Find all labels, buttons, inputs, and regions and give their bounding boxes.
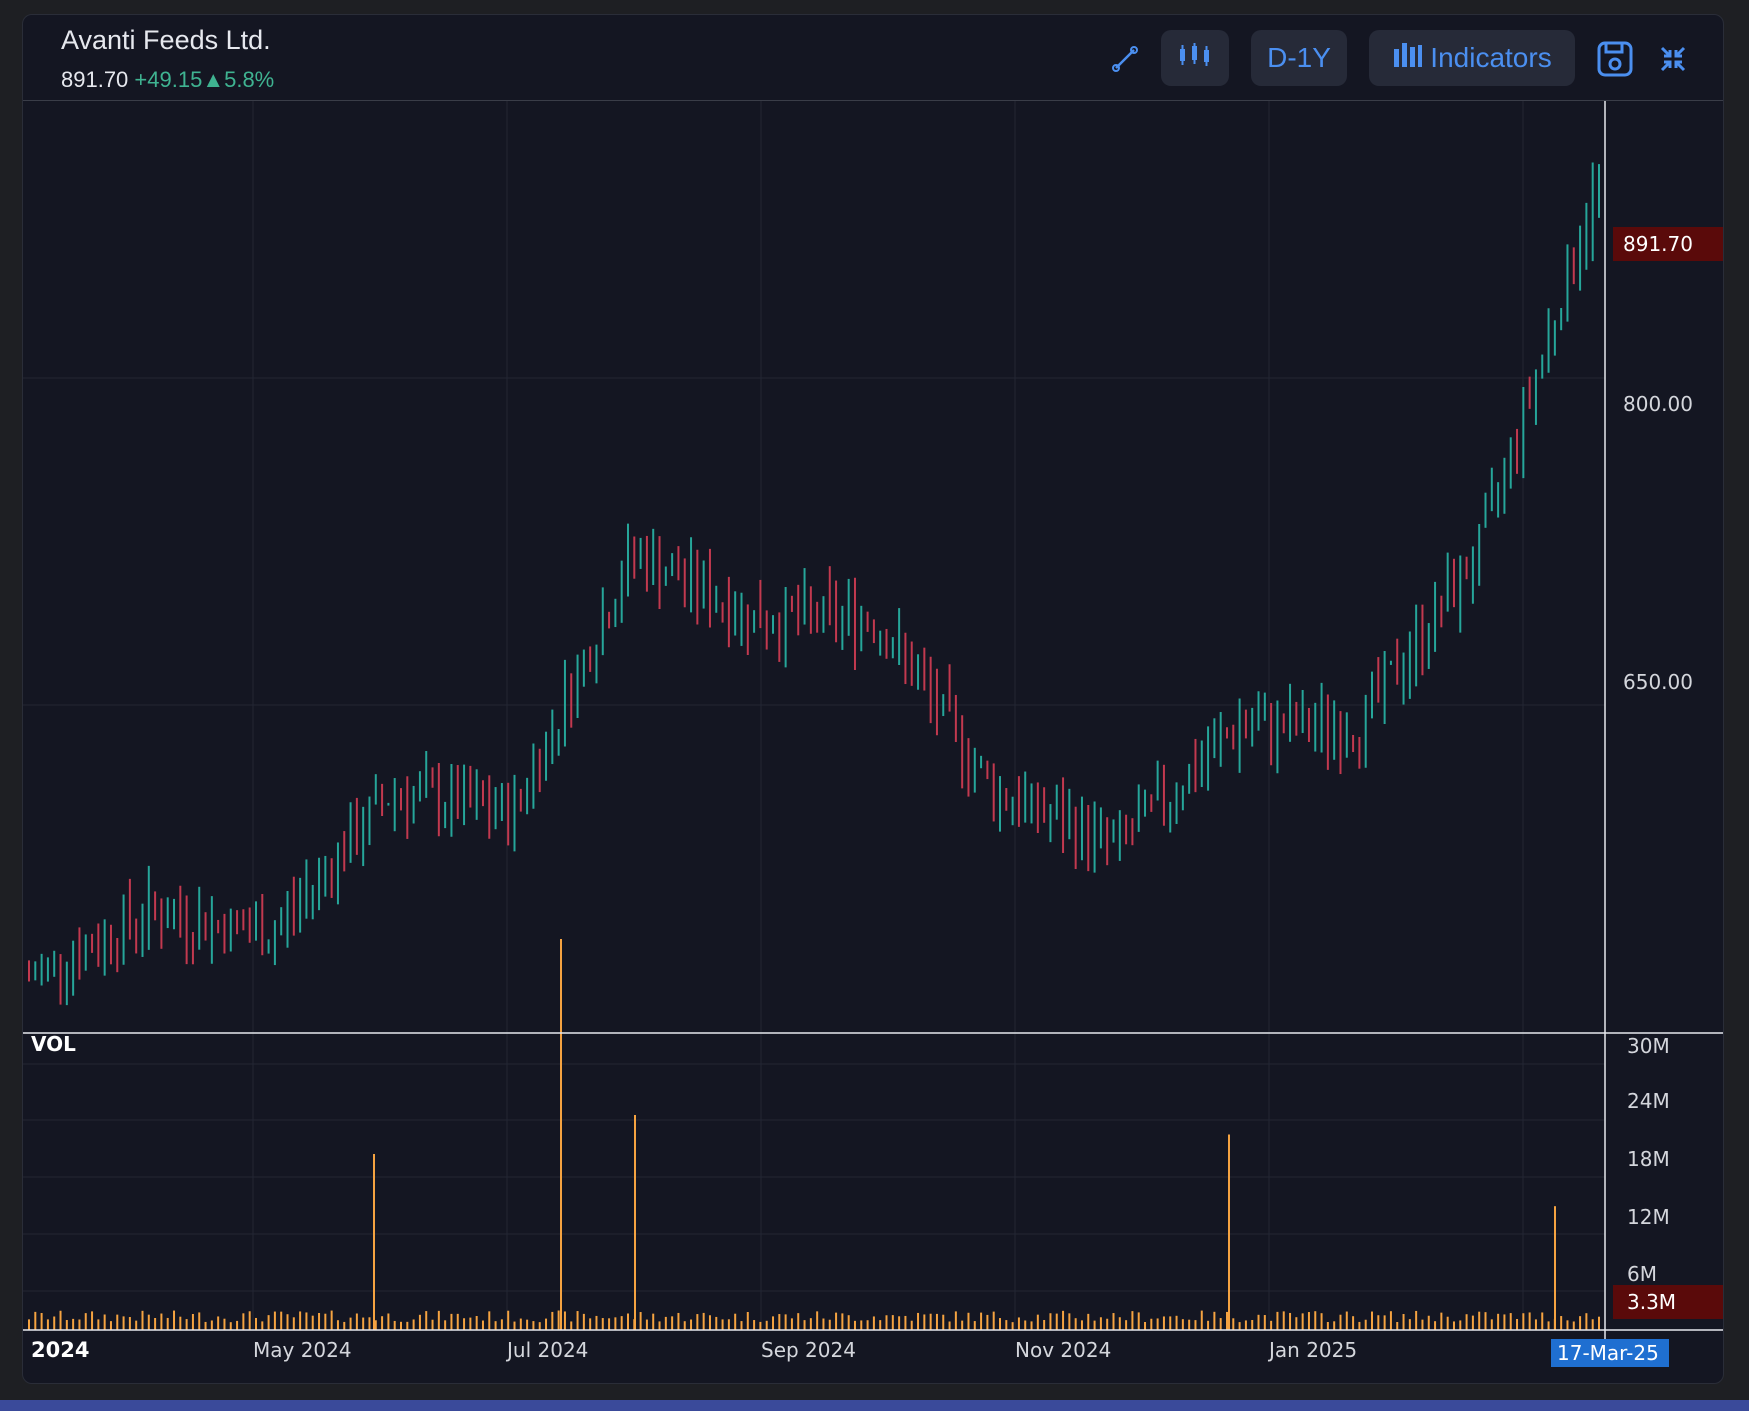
time-tick-may-2024: May 2024 — [253, 1338, 352, 1362]
save-icon[interactable] — [1593, 37, 1637, 81]
price-tick-650: 650.00 — [1623, 670, 1693, 694]
chart-canvas[interactable]: 891.70 800.00 650.00 VOL 30M 24M 18M 12M… — [23, 101, 1723, 1381]
collapse-icon[interactable] — [1651, 37, 1695, 81]
volume-tick-30m: 30M — [1627, 1034, 1670, 1058]
volume-tick-24m: 24M — [1627, 1089, 1670, 1113]
indicators-button[interactable]: Indicators — [1369, 30, 1575, 86]
time-tick-sep-2024: Sep 2024 — [761, 1338, 856, 1362]
time-tick-nov-2024: Nov 2024 — [1015, 1338, 1111, 1362]
current-date-label: 17-Mar-25 — [1557, 1341, 1659, 1365]
price-quote: 891.70 +49.15▲5.8% — [61, 67, 274, 93]
year-label: 2024 — [31, 1338, 89, 1362]
volume-tick-18m: 18M — [1627, 1147, 1670, 1171]
stock-title: Avanti Feeds Ltd. — [61, 25, 271, 55]
timeframe-button[interactable]: D-1Y — [1251, 30, 1347, 86]
price-tick-800: 800.00 — [1623, 392, 1693, 416]
last-price-axis-label: 891.70 — [1623, 232, 1693, 256]
chart-type-button[interactable] — [1161, 30, 1229, 86]
last-price: 891.70 — [61, 67, 129, 92]
volume-tick-12m: 12M — [1627, 1205, 1670, 1229]
last-volume-label: 3.3M — [1627, 1290, 1676, 1314]
volume-pane-label: VOL — [31, 1032, 76, 1056]
price-change: +49.15▲5.8% — [134, 67, 275, 92]
time-tick-jan-2025: Jan 2025 — [1267, 1338, 1357, 1362]
chart-panel: Avanti Feeds Ltd. 891.70 +49.15▲5.8% D-1… — [22, 14, 1724, 1384]
volume-tick-6m: 6M — [1627, 1262, 1657, 1286]
pen-line-icon[interactable] — [1103, 37, 1147, 81]
bar-chart-icon — [1392, 41, 1423, 76]
timeframe-label: D-1Y — [1267, 42, 1331, 73]
chart-header: Avanti Feeds Ltd. 891.70 +49.15▲5.8% D-1… — [23, 15, 1723, 99]
time-tick-jul-2024: Jul 2024 — [505, 1338, 588, 1362]
indicators-label: Indicators — [1430, 42, 1552, 73]
window-bottom-bar — [0, 1400, 1749, 1411]
candlestick-icon — [1177, 40, 1213, 77]
